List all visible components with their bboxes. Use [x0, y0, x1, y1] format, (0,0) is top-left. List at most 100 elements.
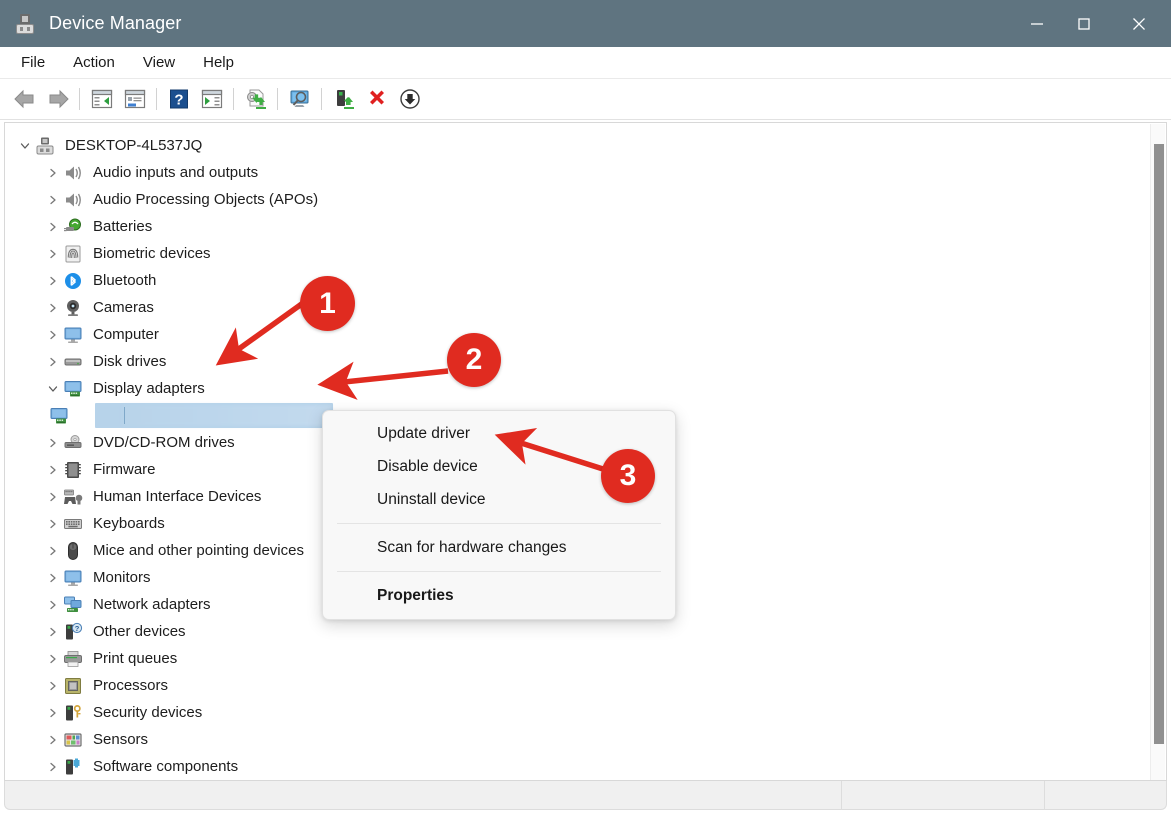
chevron-right-icon[interactable]: [45, 165, 61, 181]
chevron-right-icon[interactable]: [45, 300, 61, 316]
chevron-right-icon[interactable]: [45, 246, 61, 262]
tree-node-label: Bluetooth: [93, 271, 157, 289]
keyboard-icon: [63, 514, 85, 534]
context-menu-item-properties[interactable]: Properties: [323, 579, 675, 612]
vertical-scrollbar[interactable]: [1150, 124, 1165, 780]
chevron-right-icon[interactable]: [45, 678, 61, 694]
printer-icon: [63, 649, 85, 669]
tree-row-software-components[interactable]: Software components: [5, 753, 1145, 780]
tree-root-label: DESKTOP-4L537JQ: [65, 136, 203, 154]
firmware-chip-icon: [63, 460, 85, 480]
context-menu-item-scan-for-hardware-changes[interactable]: Scan for hardware changes: [323, 531, 675, 564]
context-menu-item-disable-device[interactable]: Disable device: [323, 450, 675, 483]
chevron-right-icon[interactable]: [45, 705, 61, 721]
speaker-icon: [63, 163, 85, 183]
tree-row-other-devices[interactable]: ? Other devices: [5, 618, 1145, 645]
fingerprint-icon: [63, 244, 85, 264]
context-menu-item-update-driver[interactable]: Update driver: [323, 417, 675, 450]
status-divider-1: [841, 781, 842, 810]
processor-icon: [63, 676, 85, 696]
tree-node-label: Computer: [93, 325, 159, 343]
device-manager-icon: [14, 13, 36, 35]
enable-device-button[interactable]: [327, 83, 360, 115]
chevron-right-icon[interactable]: [45, 759, 61, 775]
chevron-right-icon[interactable]: [45, 273, 61, 289]
show-hide-console-tree-button[interactable]: [85, 83, 118, 115]
chevron-right-icon[interactable]: [45, 192, 61, 208]
chevron-right-icon[interactable]: [45, 435, 61, 451]
tree-row-print-queues[interactable]: Print queues: [5, 645, 1145, 672]
text-caret: [124, 407, 125, 424]
chevron-right-icon[interactable]: [45, 651, 61, 667]
tree-row-computer[interactable]: Computer: [5, 321, 1145, 348]
chevron-right-icon[interactable]: [45, 327, 61, 343]
update-driver-button[interactable]: [239, 83, 272, 115]
tree-node-label: Other devices: [93, 622, 186, 640]
chevron-right-icon[interactable]: [45, 732, 61, 748]
forward-button[interactable]: [41, 83, 74, 115]
camera-icon: [63, 298, 85, 318]
context-menu: Update driver Disable device Uninstall d…: [322, 410, 676, 620]
speaker-icon: [63, 190, 85, 210]
disable-device-button[interactable]: [393, 83, 426, 115]
menu-help[interactable]: Help: [192, 51, 245, 74]
monitor-icon: [63, 325, 85, 345]
tree-node-label: Keyboards: [93, 514, 165, 532]
tree-row-root[interactable]: DESKTOP-4L537JQ: [5, 132, 1145, 159]
status-divider-2: [1044, 781, 1045, 810]
back-button[interactable]: [8, 83, 41, 115]
chevron-right-icon[interactable]: [45, 462, 61, 478]
scan-for-hardware-changes-button[interactable]: [283, 83, 316, 115]
tree-row-display-adapters[interactable]: Display adapters: [5, 375, 1145, 402]
menu-action[interactable]: Action: [62, 51, 126, 74]
properties-button[interactable]: [118, 83, 151, 115]
network-adapter-icon: [63, 595, 85, 615]
chevron-right-icon[interactable]: [45, 354, 61, 370]
tree-row-audio-inputs-and-outputs[interactable]: Audio inputs and outputs: [5, 159, 1145, 186]
chevron-right-icon[interactable]: [45, 219, 61, 235]
menu-file[interactable]: File: [10, 51, 56, 74]
tree-node-label: Human Interface Devices: [93, 487, 262, 505]
context-menu-separator: [337, 523, 661, 524]
window-controls: [1013, 0, 1171, 47]
disk-drive-icon: [63, 352, 85, 372]
tree-row-disk-drives[interactable]: Disk drives: [5, 348, 1145, 375]
tree-row-processors[interactable]: Processors: [5, 672, 1145, 699]
tree-row-sensors[interactable]: Sensors: [5, 726, 1145, 753]
maximize-button[interactable]: [1060, 0, 1107, 47]
chevron-right-icon[interactable]: [45, 489, 61, 505]
chevron-right-icon[interactable]: [45, 543, 61, 559]
tree-row-batteries[interactable]: Batteries: [5, 213, 1145, 240]
status-bar: [4, 781, 1167, 810]
chevron-down-icon[interactable]: [45, 381, 61, 397]
chevron-down-icon[interactable]: [17, 138, 33, 154]
tree-node-label: Disk drives: [93, 352, 167, 370]
chevron-right-icon[interactable]: [45, 597, 61, 613]
tree-node-label: Display adapters: [93, 379, 205, 397]
help-button[interactable]: ?: [162, 83, 195, 115]
computer-node-icon: [35, 136, 57, 156]
tree-node-label: Print queues: [93, 649, 178, 667]
title-bar[interactable]: Device Manager: [0, 0, 1171, 47]
redacted-device-name: [123, 405, 331, 426]
chevron-right-icon[interactable]: [45, 624, 61, 640]
chevron-right-icon[interactable]: [45, 516, 61, 532]
uninstall-device-button[interactable]: [360, 83, 393, 115]
scrollbar-thumb[interactable]: [1154, 144, 1164, 744]
tree-row-cameras[interactable]: Cameras: [5, 294, 1145, 321]
tree-row-audio-processing-objects[interactable]: Audio Processing Objects (APOs): [5, 186, 1145, 213]
show-hide-action-pane-button[interactable]: [195, 83, 228, 115]
svg-text:?: ?: [75, 624, 80, 633]
tree-row-bluetooth[interactable]: Bluetooth: [5, 267, 1145, 294]
chevron-right-icon[interactable]: [45, 570, 61, 586]
context-menu-item-uninstall-device[interactable]: Uninstall device: [323, 483, 675, 516]
tree-node-label: Firmware: [93, 460, 156, 478]
close-button[interactable]: [1107, 0, 1171, 47]
tree-row-biometric-devices[interactable]: Biometric devices: [5, 240, 1145, 267]
window-title: Device Manager: [49, 13, 182, 33]
menu-view[interactable]: View: [132, 51, 186, 74]
tree-row-security-devices[interactable]: Security devices: [5, 699, 1145, 726]
mouse-icon: [63, 541, 85, 561]
minimize-button[interactable]: [1013, 0, 1060, 47]
display-adapter-icon: [49, 406, 71, 426]
